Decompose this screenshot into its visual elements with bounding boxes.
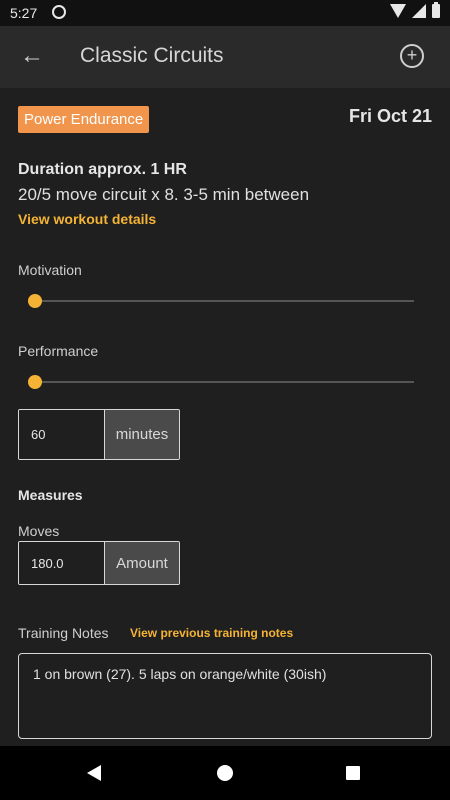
workout-date: Fri Oct 21 [348,106,432,126]
nav-recents-icon[interactable] [346,766,360,780]
nav-back-icon[interactable] [87,765,101,781]
motivation-slider-thumb[interactable] [28,294,42,308]
training-notes-field[interactable]: 1 on brown (27). 5 laps on orange/white … [18,653,432,739]
duration-text: Duration approx. 1 HR [18,161,187,178]
performance-slider-track[interactable] [34,381,414,383]
duration-input-group: 60 minutes [18,409,180,460]
signal-icon [412,4,426,18]
motivation-label: Motivation [18,262,82,278]
add-circle-icon[interactable]: + [400,44,424,68]
moves-label: Moves [18,523,60,539]
status-bar: 5:27 [0,0,450,26]
page-title: Classic Circuits [80,44,224,67]
workout-content: Power Endurance Fri Oct 21 Duration appr… [0,88,450,746]
moves-input-group: 180.0 Amount [18,541,180,585]
app-bar: ← Classic Circuits + [0,26,450,88]
duration-input[interactable]: 60 [19,410,104,459]
category-badge: Power Endurance [18,106,150,133]
view-workout-details-link[interactable]: View workout details [18,211,156,227]
battery-icon [432,2,440,18]
moves-input[interactable]: 180.0 [19,542,104,584]
duration-unit-label: minutes [104,410,179,459]
performance-label: Performance [18,343,99,359]
training-notes-label: Training Notes [18,625,109,641]
notification-icon [52,5,66,19]
measures-heading: Measures [18,487,83,503]
nav-home-icon[interactable] [217,765,233,781]
status-time: 5:27 [10,5,38,21]
status-icons [390,2,440,18]
back-arrow-icon[interactable]: ← [16,40,48,72]
wifi-icon [390,4,406,18]
motivation-slider-track[interactable] [34,300,414,302]
view-previous-notes-link[interactable]: View previous training notes [130,626,293,640]
moves-unit-label: Amount [104,542,179,584]
system-nav-bar [0,746,450,800]
workout-description: 20/5 move circuit x 8. 3-5 min between [18,185,310,204]
performance-slider-thumb[interactable] [28,375,42,389]
